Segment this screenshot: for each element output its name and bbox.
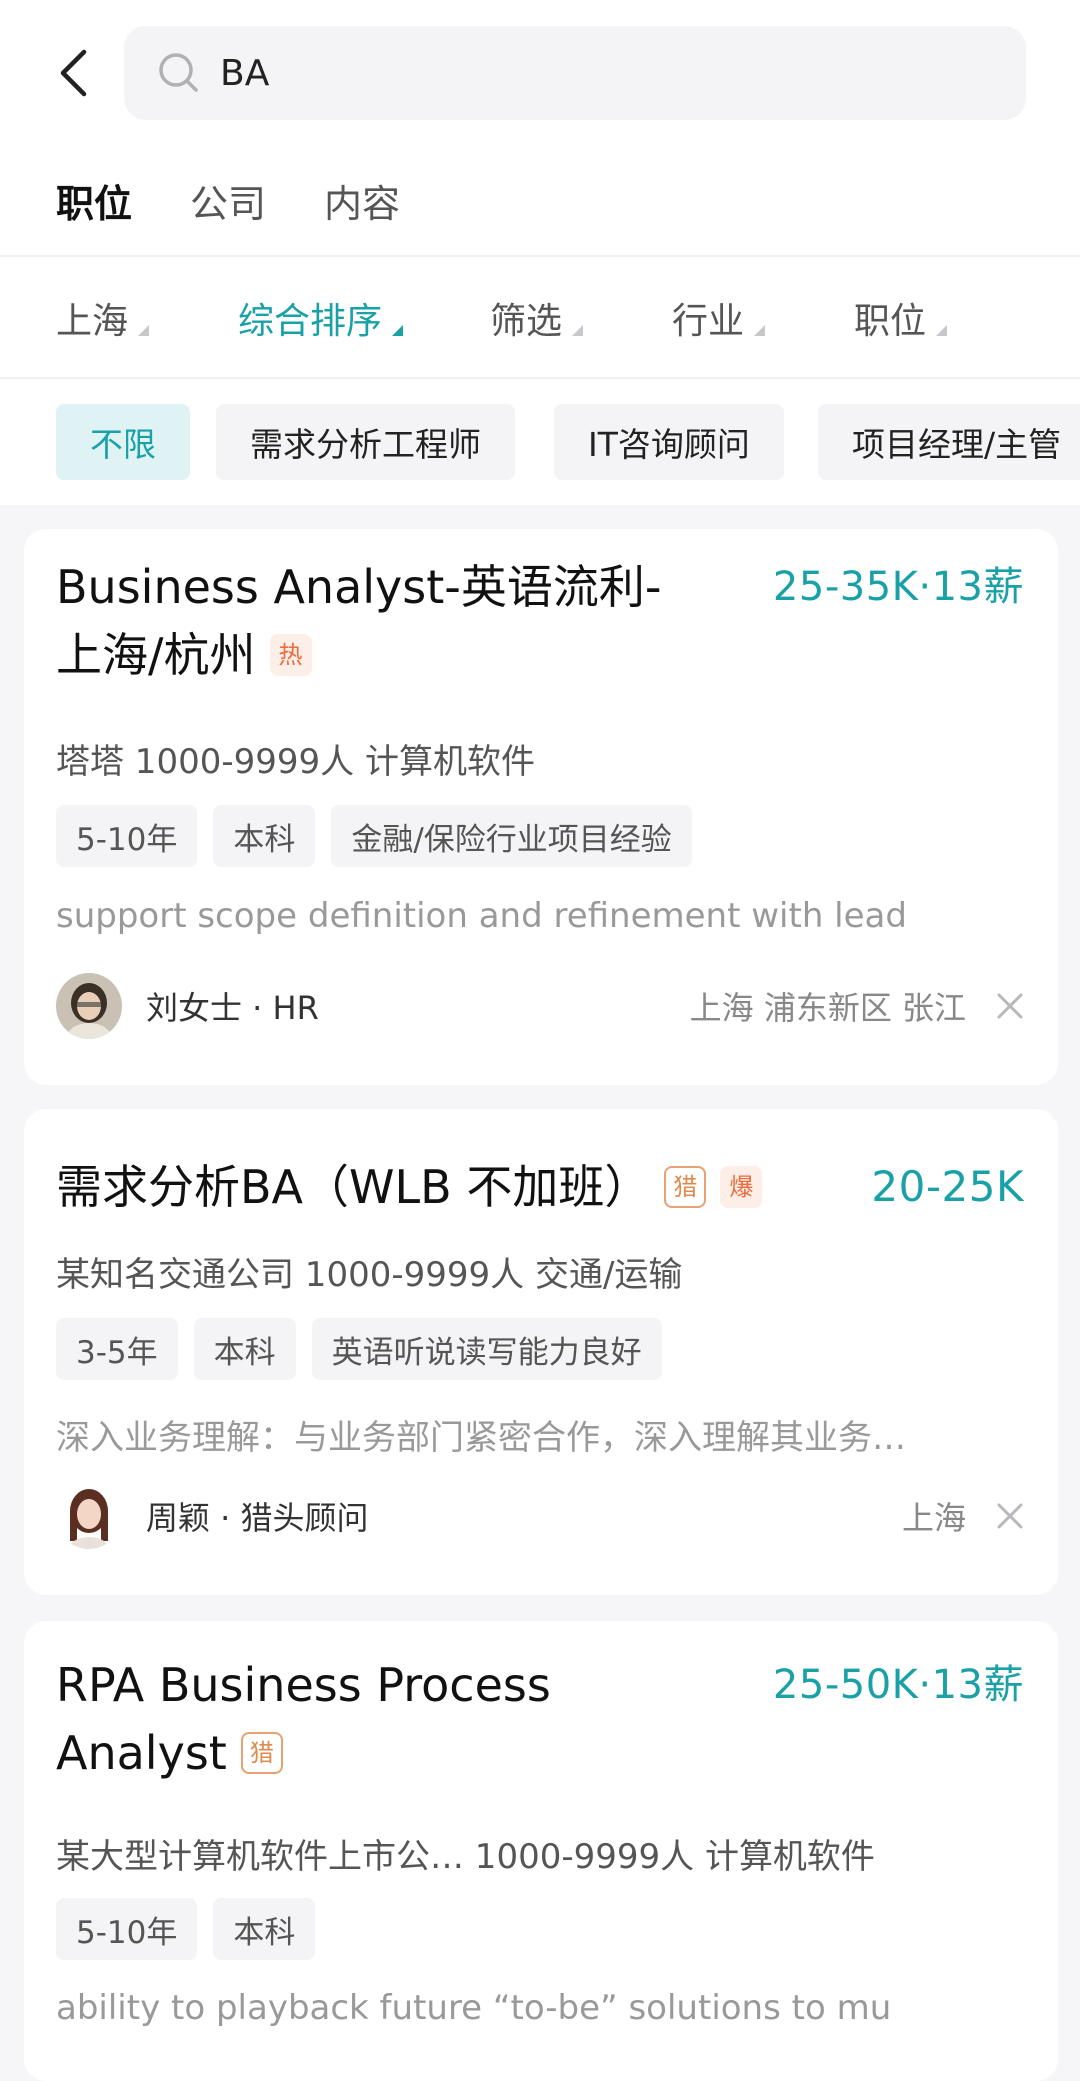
chip-project-manager[interactable]: 项目经理/主管 xyxy=(818,404,1080,480)
filter-label: 上海 xyxy=(56,301,129,342)
search-row: BA xyxy=(0,26,1080,120)
filter-label: 职位 xyxy=(854,301,927,342)
divider xyxy=(0,377,1080,379)
filter-label: 综合排序 xyxy=(238,301,383,342)
dropdown-triangle-icon xyxy=(754,324,766,336)
dropdown-triangle-icon xyxy=(936,324,948,336)
job-title-line: RPA Business Process xyxy=(56,1658,551,1712)
job-description: 深入业务理解：与业务部门紧密合作，深入理解其业务… xyxy=(56,1418,906,1458)
job-salary: 25-50K·13薪 xyxy=(772,1662,1024,1708)
filter-sort[interactable]: 综合排序 xyxy=(238,290,404,346)
job-title: RPA Business Process Analyst 猎 xyxy=(56,1651,756,1787)
job-salary: 25-35K·13薪 xyxy=(772,564,1024,610)
filter-industry[interactable]: 行业 xyxy=(672,290,766,346)
chip-it-consultant[interactable]: IT咨询顾问 xyxy=(554,404,784,480)
job-salary: 20-25K xyxy=(871,1162,1024,1211)
job-tags: 5-10年 本科 xyxy=(56,1898,331,1960)
tag: 金融/保险行业项目经验 xyxy=(331,805,692,867)
hot-badge: 热 xyxy=(269,633,312,676)
hunter-badge: 猎 xyxy=(664,1165,707,1208)
job-location: 上海 xyxy=(901,1499,966,1537)
job-location: 上海 浦东新区 张江 xyxy=(689,989,966,1027)
job-title: 需求分析BA（WLB 不加班） 猎爆 xyxy=(56,1153,856,1221)
dismiss-button[interactable] xyxy=(992,1483,1028,1549)
tab-content[interactable]: 内容 xyxy=(324,173,400,228)
tag: 5-10年 xyxy=(56,805,198,867)
search-input[interactable]: BA xyxy=(124,26,1026,120)
dismiss-button[interactable] xyxy=(992,973,1028,1039)
search-icon xyxy=(158,52,200,94)
filter-label: 行业 xyxy=(672,301,745,342)
tag: 3-5年 xyxy=(56,1318,178,1380)
job-title-line-2: Analyst xyxy=(56,1726,227,1780)
dropdown-triangle-icon xyxy=(392,324,404,336)
job-tags: 3-5年 本科 英语听说读写能力良好 xyxy=(56,1318,678,1380)
job-company: 塔塔 1000-9999人 计算机软件 xyxy=(56,742,535,782)
divider xyxy=(0,255,1080,257)
search-query: BA xyxy=(220,52,270,94)
job-description: ability to playback future “to-be” solut… xyxy=(56,1988,892,2028)
dropdown-triangle-icon xyxy=(572,324,584,336)
job-description: support scope definition and refinement … xyxy=(56,896,907,936)
chip-unlimited[interactable]: 不限 xyxy=(56,404,190,480)
hunter-badge: 猎 xyxy=(240,1731,283,1774)
dropdown-triangle-icon xyxy=(138,324,150,336)
category-chips: 不限 需求分析工程师 IT咨询顾问 项目经理/主管 xyxy=(0,404,1080,480)
chip-requirement-analyst[interactable]: 需求分析工程师 xyxy=(216,404,515,480)
filter-label: 筛选 xyxy=(490,301,563,342)
tag: 5-10年 xyxy=(56,1898,198,1960)
result-tabs: 职位 公司 内容 xyxy=(0,170,1080,230)
recruiter-name: 周颖 · 猎头顾问 xyxy=(146,1499,369,1537)
header-area: BA 职位 公司 内容 上海 综合排序 筛选 行业 职位 不限 需求分析工程师 … xyxy=(0,0,1080,505)
job-title-line-2: 上海/杭州 xyxy=(56,628,256,682)
filter-city[interactable]: 上海 xyxy=(56,290,150,346)
filter-bar: 上海 综合排序 筛选 行业 职位 xyxy=(0,290,1080,346)
job-card[interactable]: Business Analyst-英语流利- 上海/杭州热 25-35K·13薪… xyxy=(24,529,1058,1085)
recruiter[interactable]: 周颖 · 猎头顾问 xyxy=(56,1483,369,1549)
tab-companies[interactable]: 公司 xyxy=(190,173,266,228)
recruiter[interactable]: 刘女士 · HR xyxy=(56,973,319,1039)
job-card[interactable]: RPA Business Process Analyst 猎 25-50K·13薪… xyxy=(24,1621,1058,2081)
boom-badge: 爆 xyxy=(720,1165,763,1208)
job-title-line: Business Analyst-英语流利- xyxy=(56,560,662,614)
back-button[interactable] xyxy=(48,44,98,102)
avatar xyxy=(56,973,122,1039)
close-icon xyxy=(997,1503,1023,1529)
avatar xyxy=(56,1483,122,1549)
job-title-line: Analyst 猎 xyxy=(56,1719,756,1787)
job-title: Business Analyst-英语流利- 上海/杭州热 xyxy=(56,553,756,689)
filter-position[interactable]: 职位 xyxy=(854,290,948,346)
job-title-line: 上海/杭州热 xyxy=(56,621,756,689)
tab-positions[interactable]: 职位 xyxy=(56,173,132,228)
close-icon xyxy=(997,993,1023,1019)
filter-screen[interactable]: 筛选 xyxy=(490,290,584,346)
tag: 本科 xyxy=(193,1318,296,1380)
tag: 本科 xyxy=(213,805,316,867)
tag: 英语听说读写能力良好 xyxy=(311,1318,662,1380)
job-card[interactable]: 需求分析BA（WLB 不加班） 猎爆 20-25K 某知名交通公司 1000-99… xyxy=(24,1109,1058,1595)
job-title-line: 需求分析BA（WLB 不加班） xyxy=(56,1160,651,1214)
recruiter-name: 刘女士 · HR xyxy=(146,989,319,1027)
chevron-left-icon xyxy=(60,49,87,97)
job-tags: 5-10年 本科 金融/保险行业项目经验 xyxy=(56,805,708,867)
tag: 本科 xyxy=(213,1898,316,1960)
job-company: 某大型计算机软件上市公… 1000-9999人 计算机软件 xyxy=(56,1837,875,1877)
job-company: 某知名交通公司 1000-9999人 交通/运输 xyxy=(56,1255,683,1295)
